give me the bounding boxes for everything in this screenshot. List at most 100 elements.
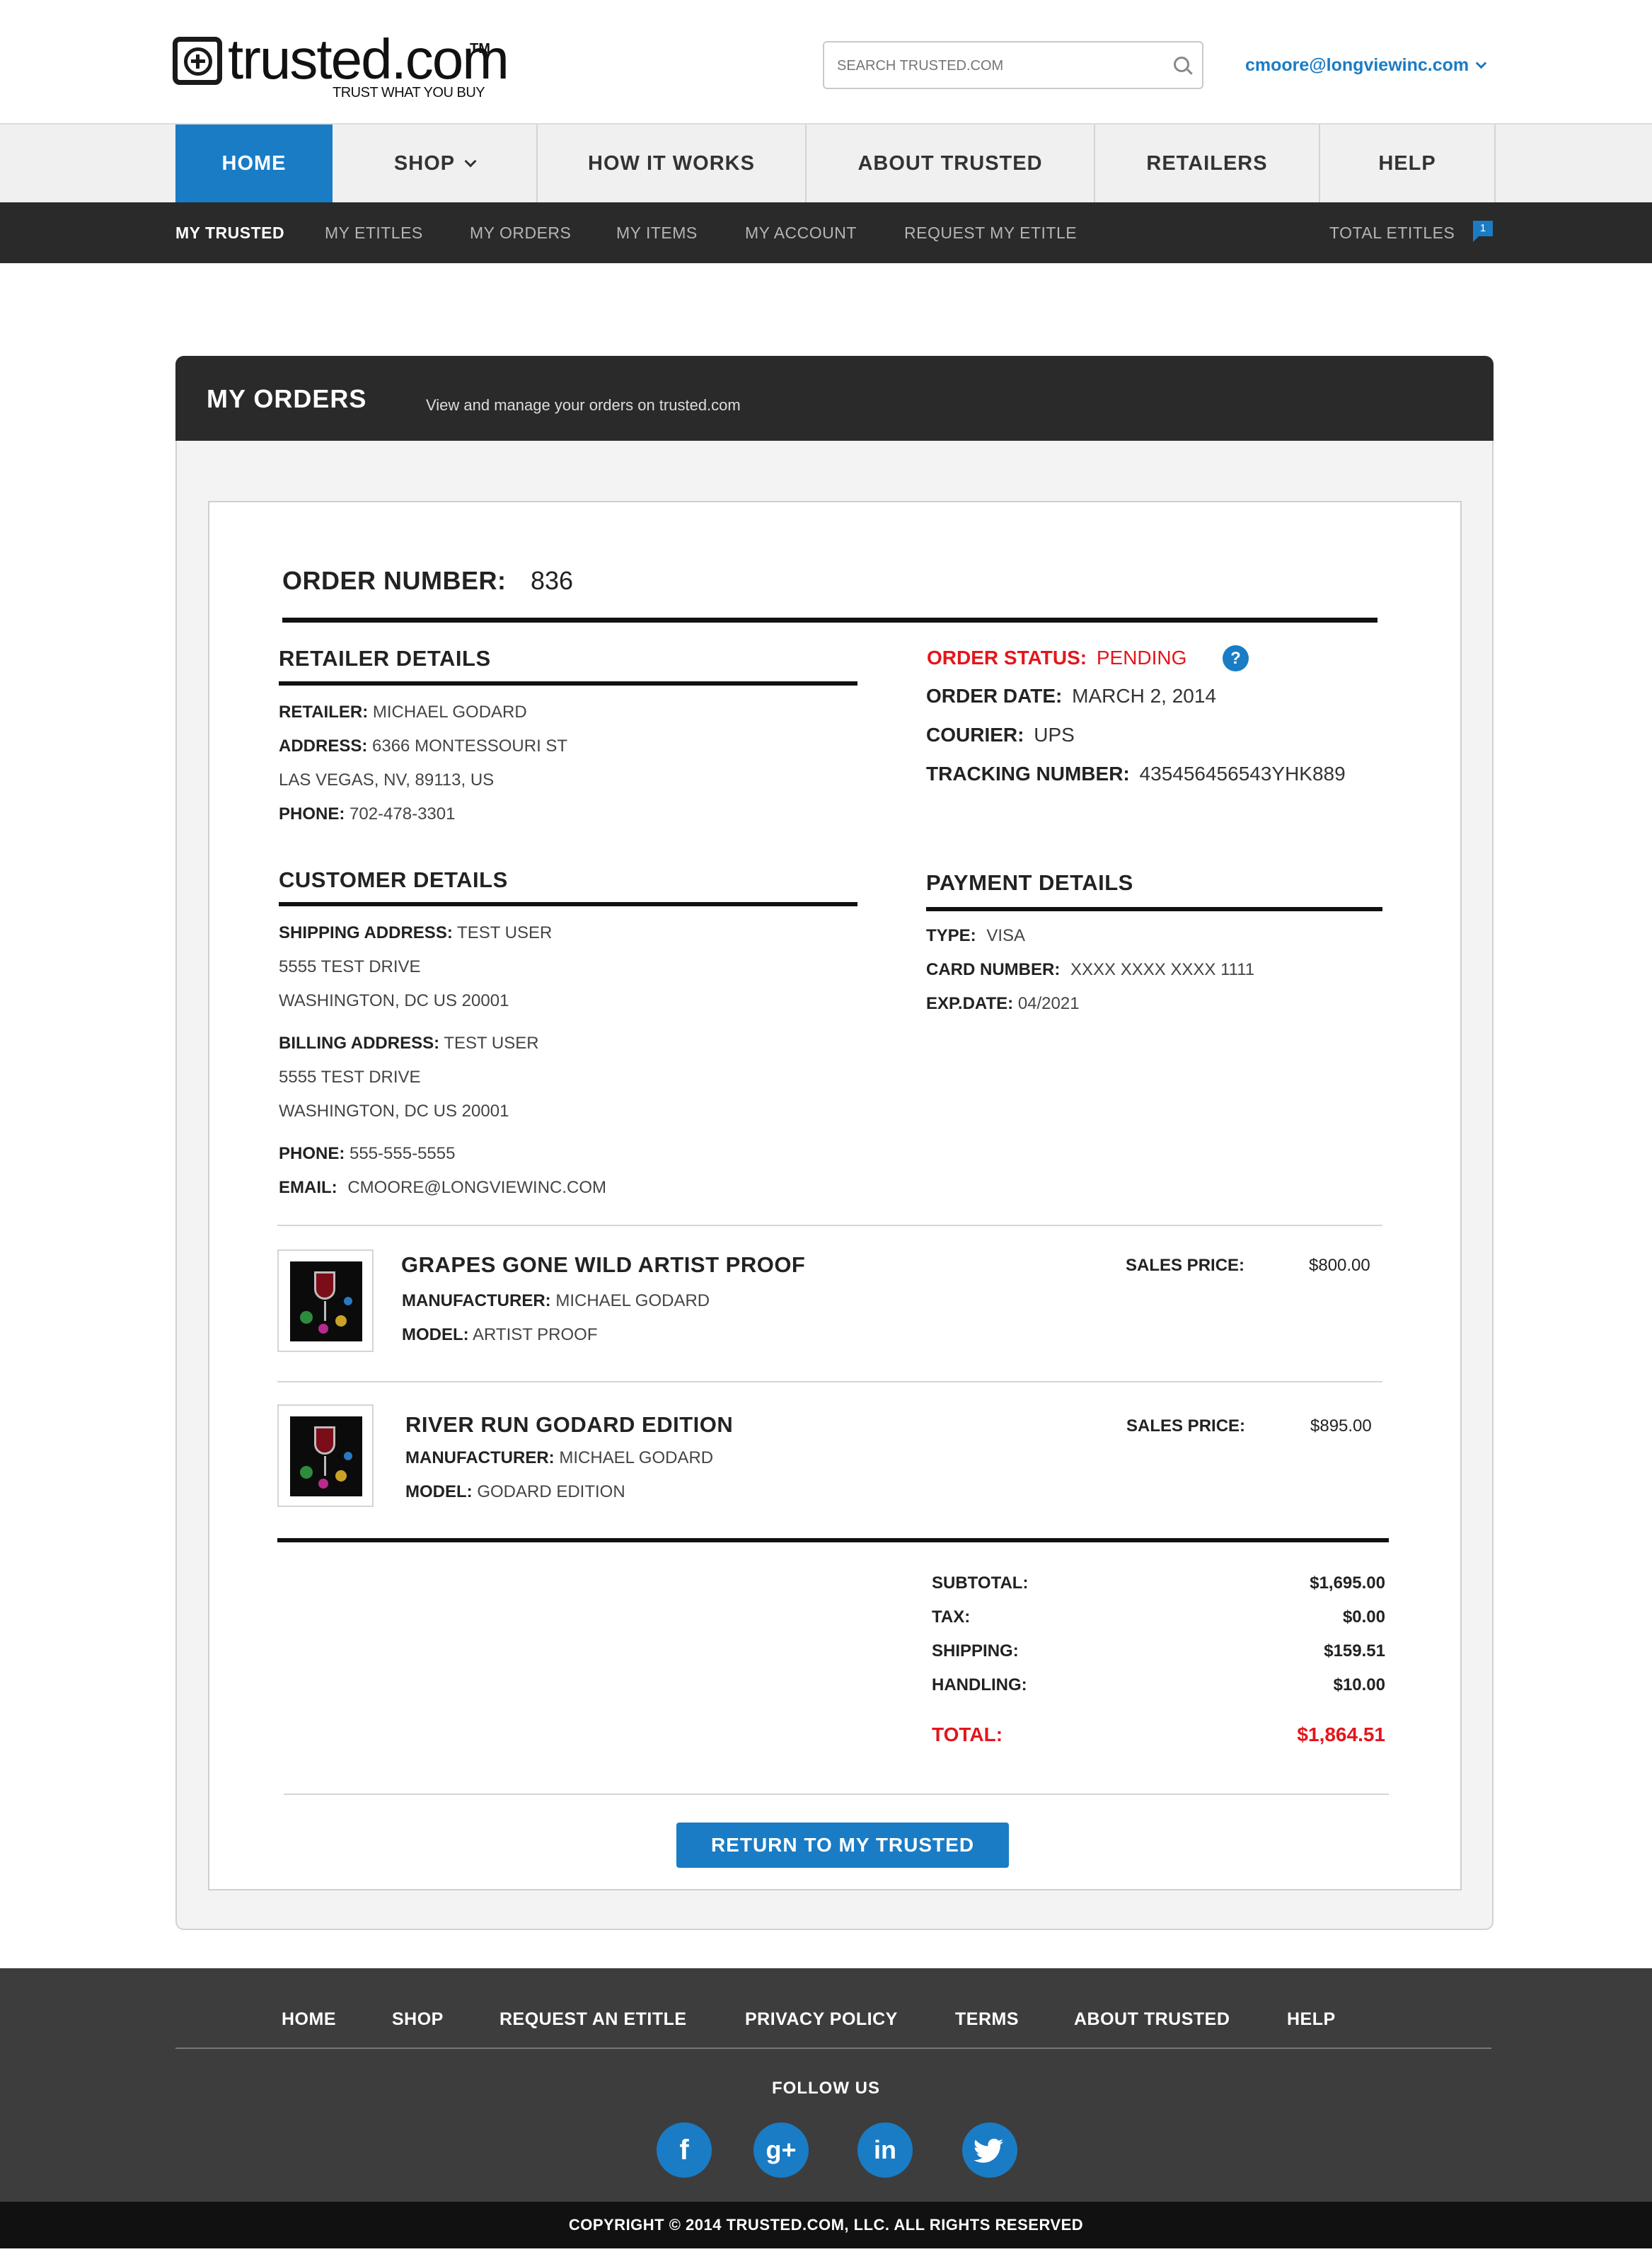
total-label: TOTAL:: [932, 1723, 1003, 1745]
trusted-logo-icon[interactable]: [173, 37, 222, 85]
customer-divider: [279, 902, 857, 906]
user-account-menu[interactable]: cmoore@longviewinc.com: [1245, 55, 1487, 76]
site-header: trusted.com TM TRUST WHAT YOU BUY cmoore…: [0, 0, 1652, 123]
item-thumbnail[interactable]: [277, 1249, 374, 1352]
google-plus-icon[interactable]: g+: [753, 2122, 809, 2178]
payment-type-label: TYPE:: [926, 926, 976, 945]
linkedin-icon[interactable]: in: [857, 2122, 913, 2178]
model-value: GODARD EDITION: [477, 1482, 625, 1501]
exp-date-label: EXP.DATE:: [926, 994, 1014, 1013]
subnav-my-etitles[interactable]: MY ETITLES: [325, 202, 423, 263]
item-title[interactable]: GRAPES GONE WILD ARTIST PROOF: [401, 1252, 805, 1278]
customer-phone-row: PHONE: 555-555-5555: [279, 1144, 455, 1164]
search-input[interactable]: [837, 55, 1148, 76]
help-question-icon[interactable]: ?: [1223, 645, 1249, 671]
chevron-down-icon: [464, 155, 477, 168]
retailer-label: RETAILER:: [279, 703, 369, 722]
retailer-divider: [279, 681, 857, 686]
customer-details-heading: CUSTOMER DETAILS: [279, 867, 508, 892]
item-thumbnail[interactable]: [277, 1404, 374, 1507]
model-label: MODEL:: [402, 1325, 469, 1344]
phone-label: PHONE:: [279, 804, 345, 824]
order-number-value: 836: [531, 566, 574, 595]
chevron-down-icon[interactable]: [1475, 57, 1487, 69]
item-title[interactable]: RIVER RUN GODARD EDITION: [405, 1412, 733, 1438]
nav-home[interactable]: HOME: [175, 125, 333, 202]
total-etitles-badge: 1: [1473, 221, 1493, 242]
nav-retailers[interactable]: RETAILERS: [1095, 125, 1320, 202]
subnav-my-orders[interactable]: MY ORDERS: [470, 202, 571, 263]
shipping-line1: 5555 TEST DRIVE: [279, 957, 421, 976]
courier-value: UPS: [1034, 724, 1075, 746]
tracking-number[interactable]: 435456456543YHK889: [1140, 763, 1346, 785]
subnav-my-trusted[interactable]: MY TRUSTED: [175, 202, 284, 263]
tracking-label: TRACKING NUMBER:: [926, 763, 1130, 785]
shipping-name: TEST USER: [457, 923, 553, 942]
return-to-my-trusted-button[interactable]: RETURN TO MY TRUSTED: [676, 1823, 1009, 1868]
courier-row: COURIER: UPS: [926, 724, 1075, 746]
card-number-row: CARD NUMBER: XXXX XXXX XXXX 1111: [926, 960, 1254, 980]
nav-help[interactable]: HELP: [1320, 125, 1496, 202]
tracking-row: TRACKING NUMBER: 435456456543YHK889: [926, 763, 1346, 785]
order-number-divider: [282, 618, 1377, 623]
footer-link-help[interactable]: HELP: [1287, 2009, 1336, 2030]
billing-line1: 5555 TEST DRIVE: [279, 1068, 421, 1087]
shipping-label: SHIPPING:: [932, 1641, 1019, 1661]
model-label: MODEL:: [405, 1482, 473, 1501]
handling-label: HANDLING:: [932, 1675, 1027, 1694]
nav-shop[interactable]: SHOP: [333, 125, 538, 202]
items-bottom-divider: [277, 1538, 1389, 1542]
tax-label: TAX:: [932, 1607, 971, 1627]
shipping-line2: WASHINGTON, DC US 20001: [279, 991, 509, 1010]
item-manufacturer-row: MANUFACTURER: MICHAEL GODARD: [402, 1291, 710, 1311]
billing-address-label: BILLING ADDRESS:: [279, 1034, 440, 1053]
page-subtitle: View and manage your orders on trusted.c…: [426, 396, 741, 414]
nav-retailers-label: RETAILERS: [1146, 152, 1268, 175]
footer-link-terms[interactable]: TERMS: [955, 2009, 1019, 2030]
phone-value: 702-478-3301: [350, 804, 456, 824]
payment-type-value: VISA: [986, 926, 1026, 945]
subnav-request-my-etitle[interactable]: REQUEST MY ETITLE: [904, 202, 1077, 263]
subnav-my-items[interactable]: MY ITEMS: [616, 202, 698, 263]
sales-price-value: $800.00: [1309, 1256, 1370, 1275]
footer-link-about-trusted[interactable]: ABOUT TRUSTED: [1074, 2009, 1230, 2030]
subnav-my-account[interactable]: MY ACCOUNT: [745, 202, 857, 263]
logo-wordmark[interactable]: trusted.com: [228, 27, 509, 92]
footer-divider: [175, 2048, 1491, 2049]
customer-email-row: EMAIL: CMOORE@LONGVIEWINC.COM: [279, 1178, 606, 1198]
model-value: ARTIST PROOF: [473, 1325, 598, 1344]
shipping-value: $159.51: [1324, 1641, 1385, 1661]
billing-address-row: BILLING ADDRESS: TEST USER: [279, 1034, 539, 1053]
address-label: ADDRESS:: [279, 737, 368, 756]
search-icon[interactable]: [1174, 57, 1189, 72]
facebook-icon[interactable]: f: [657, 2122, 712, 2178]
retailer-address-line2: LAS VEGAS, NV, 89113, US: [279, 770, 495, 790]
item-manufacturer-row: MANUFACTURER: MICHAEL GODARD: [405, 1448, 713, 1468]
retailer-details-heading: RETAILER DETAILS: [279, 646, 491, 671]
page-title: MY ORDERS: [207, 384, 367, 413]
follow-us-label: FOLLOW US: [772, 2079, 880, 2098]
nav-how-it-works[interactable]: HOW IT WORKS: [538, 125, 807, 202]
nav-shop-label: SHOP: [393, 152, 456, 175]
subtotal-value: $1,695.00: [1310, 1573, 1385, 1593]
footer-link-home[interactable]: HOME: [282, 2009, 336, 2030]
footer-link-request-etitle[interactable]: REQUEST AN ETITLE: [499, 2009, 687, 2030]
card-number-label: CARD NUMBER:: [926, 960, 1061, 979]
exp-date-row: EXP.DATE: 04/2021: [926, 994, 1080, 1014]
footer-link-privacy-policy[interactable]: PRIVACY POLICY: [745, 2009, 898, 2030]
order-status-value: PENDING: [1096, 647, 1187, 669]
address-line1: 6366 MONTESSOURI ST: [372, 737, 568, 756]
shipping-address-label: SHIPPING ADDRESS:: [279, 923, 453, 942]
artwork-image: [290, 1416, 362, 1496]
order-date-label: ORDER DATE:: [926, 685, 1063, 707]
user-email[interactable]: cmoore@longviewinc.com: [1245, 55, 1469, 75]
nav-help-label: HELP: [1378, 152, 1436, 175]
order-status-label: ORDER STATUS:: [927, 647, 1087, 669]
total-value: $1,864.51: [1297, 1723, 1385, 1745]
nav-about-trusted[interactable]: ABOUT TRUSTED: [807, 125, 1095, 202]
twitter-icon[interactable]: [962, 2122, 1017, 2178]
footer-link-shop[interactable]: SHOP: [392, 2009, 444, 2030]
items-top-divider: [277, 1225, 1382, 1226]
total-etitles-label[interactable]: TOTAL ETITLES: [1329, 202, 1455, 263]
logo-tagline: TRUST WHAT YOU BUY: [333, 85, 485, 100]
